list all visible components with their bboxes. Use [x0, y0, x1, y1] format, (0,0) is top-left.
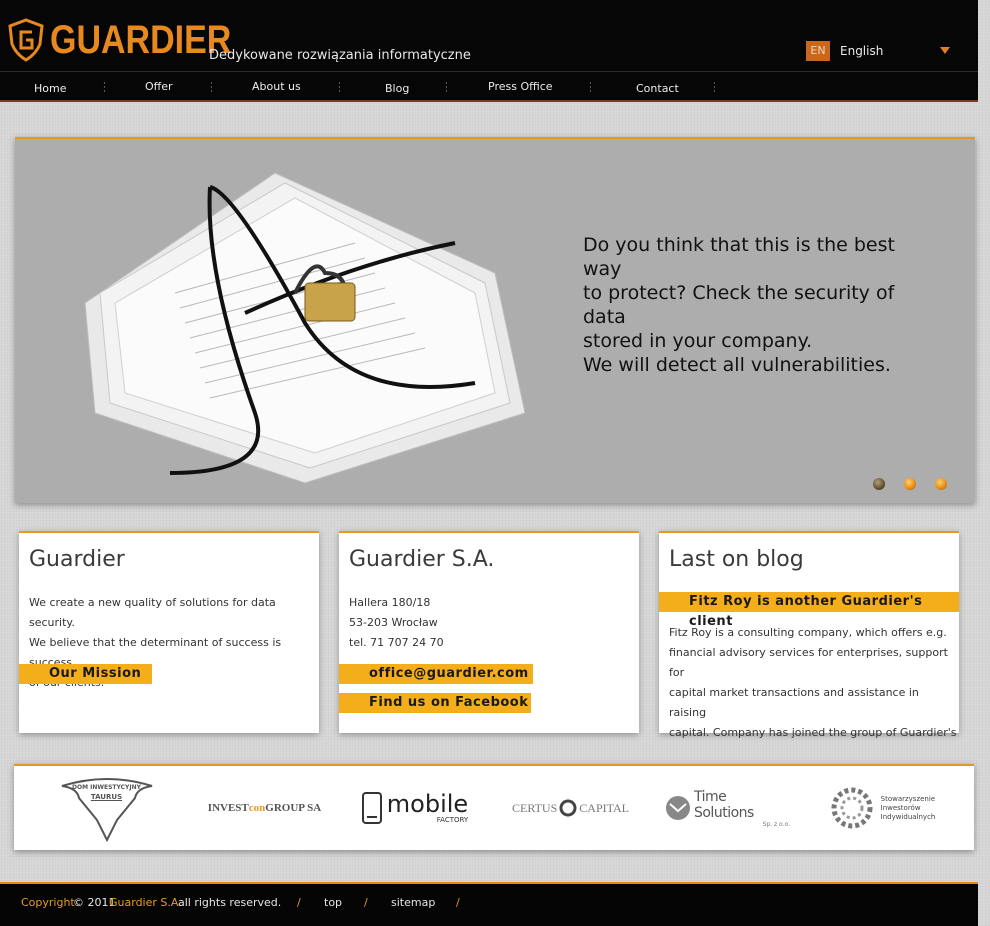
copyright-label: Copyright: [21, 896, 75, 909]
about-box: Guardier We create a new quality of solu…: [19, 531, 319, 733]
slide-caption-line: stored in your company.: [583, 330, 813, 352]
slide-caption-line: Do you think that this is the best way: [583, 234, 895, 280]
contact-box: Guardier S.A. Hallera 180/18 53-203 Wroc…: [339, 531, 639, 733]
address-line: 53-203 Wrocław: [349, 616, 438, 629]
circle-logo-icon: [559, 799, 577, 817]
dotted-circle-logo-icon: [831, 787, 873, 829]
nav-separator: · · ·: [103, 79, 106, 97]
partner-logo-taurus[interactable]: DOM INWESTYCYJNY TAURUS: [54, 776, 159, 842]
tagline: Dedykowane rozwiązania informatyczne: [209, 48, 471, 63]
partner-logo-mobile-factory[interactable]: mobile FACTORY: [359, 786, 469, 830]
siw-line: Stowarzyszenie: [880, 794, 936, 803]
nav-item-contact[interactable]: Contact: [636, 82, 679, 95]
partner-logo-investcon[interactable]: INVEST con GROUP SA: [202, 786, 327, 830]
blog-excerpt-line: Fitz Roy is a consulting company, which …: [669, 626, 947, 639]
footer-separator: /: [364, 896, 368, 909]
slider-dot-3[interactable]: [935, 478, 947, 490]
nav-separator: · · ·: [445, 79, 448, 97]
our-mission-button[interactable]: Our Mission: [19, 664, 152, 684]
slide-caption-line: to protect? Check the security of data: [583, 282, 895, 328]
locked-documents-image: [84, 172, 525, 484]
time-main: Time Solutions: [693, 788, 754, 821]
box-title: Last on blog: [669, 547, 804, 572]
time-sub: Sp. z o.o.: [762, 820, 790, 828]
nav-separator: · · ·: [713, 79, 716, 97]
investcon-pre: INVEST: [207, 802, 249, 814]
nav-item-home[interactable]: Home: [34, 82, 66, 95]
blog-post-title[interactable]: Fitz Roy is another Guardier's client: [659, 592, 959, 629]
nav-separator: · · ·: [589, 79, 592, 97]
nav-separator: · · ·: [210, 79, 213, 97]
footer-rights: all rights reserved.: [178, 896, 282, 909]
footer-separator: /: [456, 896, 460, 909]
mobile-main: mobile: [386, 790, 469, 818]
footer-top-link[interactable]: top: [324, 896, 342, 909]
email-button[interactable]: office@guardier.com: [339, 664, 533, 684]
siw-line: Inwestorów: [880, 803, 921, 812]
investcon-post: GROUP SA: [265, 802, 322, 814]
footer-sitemap-link[interactable]: sitemap: [391, 896, 435, 909]
footer-separator: /: [297, 896, 301, 909]
certus-left: CERTUS: [511, 800, 558, 815]
partners-bar: DOM INWESTYCYJNY TAURUS INVEST con GROUP …: [14, 764, 974, 850]
slider-dot-1[interactable]: [873, 478, 885, 490]
slide-caption-line: We will detect all vulnerabilities.: [583, 354, 891, 376]
envelope-logo-icon: [665, 796, 690, 820]
nav-item-about[interactable]: About us: [252, 80, 301, 93]
blog-excerpt: Fitz Roy is a consulting company, which …: [669, 623, 959, 743]
nav-item-offer[interactable]: Offer: [145, 80, 173, 93]
slide-caption: Do you think that this is the best way t…: [583, 233, 923, 377]
siw-line: Indywidualnych: [880, 812, 936, 821]
footer-company[interactable]: Guardier S.A.: [109, 896, 182, 909]
hero-slider: Do you think that this is the best way t…: [15, 137, 975, 503]
mobile-sub: FACTORY: [436, 816, 469, 824]
main-nav: Home · · · Offer · · · About us · · · Blog · · ·…: [0, 76, 978, 98]
language-select[interactable]: EN English: [806, 41, 952, 61]
box-title: Guardier: [29, 547, 125, 572]
header-divider: [0, 71, 978, 72]
blog-box: Last on blog Fitz Roy is another Guardie…: [659, 531, 959, 739]
blog-excerpt-line: capital. Company has joined the group of…: [669, 726, 957, 739]
shield-logo-icon: [8, 18, 44, 62]
language-code: EN: [806, 41, 830, 61]
slider-dot-2[interactable]: [904, 478, 916, 490]
partner-logo-time-solutions[interactable]: Time Solutions Sp. z o.o.: [664, 786, 790, 830]
blog-excerpt-line: capital market transactions and assistan…: [669, 686, 919, 719]
phone-number: tel. 71 707 24 70: [349, 636, 444, 649]
site-footer: Copyright © 2011 Guardier S.A. all right…: [0, 882, 978, 926]
nav-separator: · · ·: [338, 79, 341, 97]
partner-logo-certus-capital[interactable]: CERTUS CAPITAL: [508, 786, 633, 830]
site-header: GUARDIER Dedykowane rozwiązania informat…: [0, 0, 978, 102]
brand-name: GUARDIER: [50, 18, 232, 62]
investcon-mid: con: [248, 802, 266, 814]
blog-excerpt-line: financial advisory services for enterpri…: [669, 646, 948, 679]
taurus-line2: TAURUS: [90, 793, 123, 801]
facebook-button[interactable]: Find us on Facebook: [339, 693, 531, 713]
nav-item-blog[interactable]: Blog: [385, 82, 409, 95]
language-name: English: [840, 44, 884, 58]
certus-right: CAPITAL: [579, 800, 629, 815]
about-text-line: We create a new quality of solutions for…: [29, 596, 276, 629]
partner-logo-siw[interactable]: Stowarzyszenie Inwestorów Indywidualnych: [822, 786, 942, 830]
chevron-down-icon[interactable]: [940, 47, 950, 54]
box-title: Guardier S.A.: [349, 547, 495, 572]
address: Hallera 180/18 53-203 Wrocław tel. 71 70…: [349, 593, 444, 653]
nav-item-press-office[interactable]: Press Office: [488, 80, 553, 93]
phone-logo-icon: [361, 792, 382, 824]
address-line: Hallera 180/18: [349, 596, 431, 609]
taurus-line1: DOM INWESTYCYJNY: [71, 784, 141, 791]
